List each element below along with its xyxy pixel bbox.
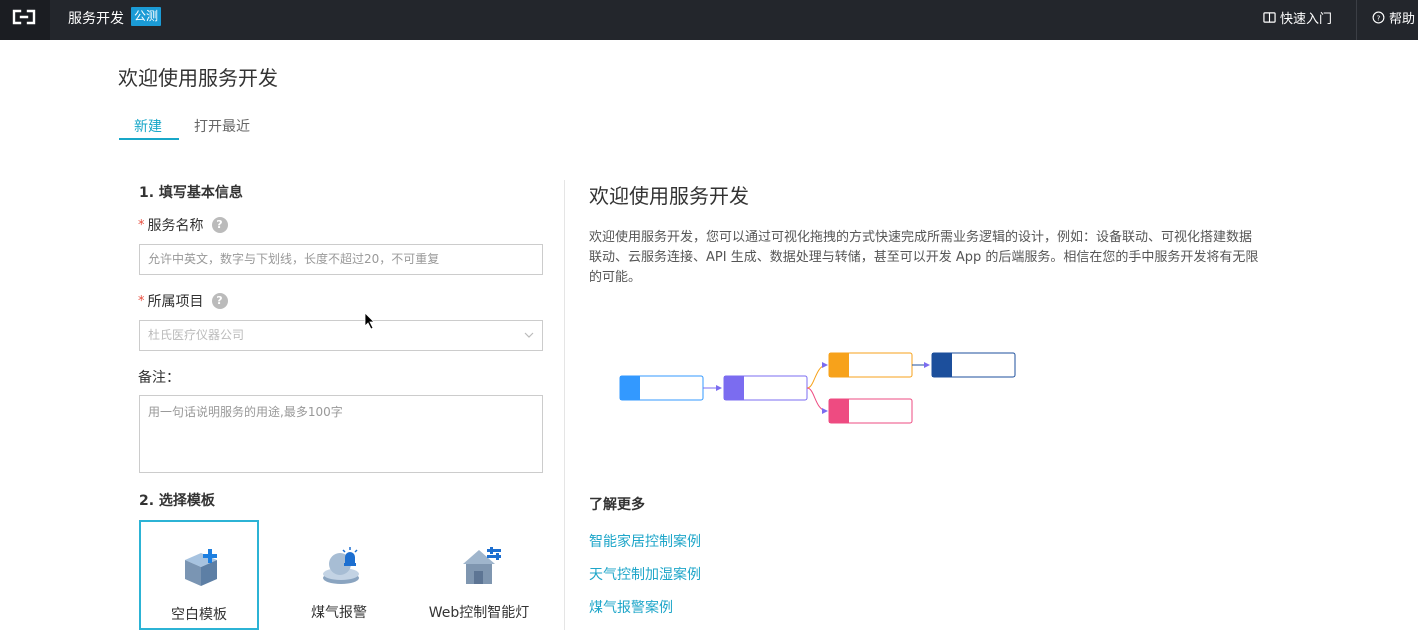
aliyun-logo-icon (12, 9, 36, 25)
section-template-title: 2. 选择模板 (139, 493, 215, 509)
blank-template-icon (185, 549, 217, 586)
required-mark: * (138, 293, 145, 309)
help-link[interactable]: ? 帮助 (1372, 8, 1415, 27)
product-name[interactable]: 服务开发 (68, 8, 124, 28)
question-circle-icon: ? (1372, 11, 1385, 24)
flow-node (931, 352, 1016, 378)
project-label-text: 所属项目 (147, 294, 204, 310)
help-label: 帮助 (1389, 12, 1416, 27)
template-card-web-light[interactable]: Web控制智能灯 (419, 520, 539, 630)
note-textarea[interactable]: 用一句话说明服务的用途,最多100字 (139, 395, 543, 473)
flow-node (828, 352, 913, 378)
svg-text:?: ? (1377, 13, 1381, 22)
beta-badge: 公测 (131, 7, 162, 26)
intro-title: 欢迎使用服务开发 (589, 184, 749, 208)
service-name-input[interactable]: 允许中英文，数字与下划线，长度不超过20，不可重复 (139, 244, 543, 275)
flow-node (723, 375, 808, 401)
case-link-weather[interactable]: 天气控制加湿案例 (589, 564, 701, 584)
note-label: 备注： (138, 370, 180, 386)
book-icon (1263, 12, 1276, 23)
chevron-down-icon (524, 332, 534, 338)
project-label: * 所属项目 ? (138, 291, 228, 311)
header-divider (1356, 0, 1357, 40)
required-mark: * (138, 217, 145, 233)
project-select[interactable]: 杜氏医疗仪器公司 (139, 320, 543, 351)
service-name-label: * 服务名称 ? (138, 215, 228, 235)
quickstart-label: 快速入门 (1280, 12, 1333, 27)
project-select-value: 杜氏医疗仪器公司 (148, 328, 245, 342)
template-card-label: Web控制智能灯 (428, 605, 530, 621)
service-name-label-text: 服务名称 (147, 218, 204, 234)
active-tab-indicator (119, 138, 179, 140)
column-divider (564, 180, 565, 630)
intro-description: 欢迎使用服务开发，您可以通过可视化拖拽的方式快速完成所需业务逻辑的设计，例如：设… (589, 230, 1259, 285)
logo-area[interactable] (0, 0, 50, 40)
case-link-gas-alarm[interactable]: 煤气报警案例 (589, 597, 673, 617)
flow-node (619, 375, 704, 401)
help-icon[interactable]: ? (211, 217, 228, 233)
template-card-gas-alarm[interactable]: 煤气报警 (279, 520, 399, 630)
template-card-blank[interactable]: 空白模板 (139, 520, 259, 630)
smart-light-icon (463, 547, 501, 584)
tab-new[interactable]: 新建 (134, 116, 162, 136)
flow-node (828, 398, 913, 424)
template-card-label: 煤气报警 (311, 605, 367, 621)
section-basic-info-title: 1. 填写基本信息 (139, 185, 243, 201)
flow-diagram (619, 352, 1016, 424)
template-card-label: 空白模板 (171, 607, 227, 623)
quickstart-link[interactable]: 快速入门 (1263, 8, 1332, 27)
help-icon[interactable]: ? (211, 293, 228, 309)
page-title: 欢迎使用服务开发 (118, 66, 278, 90)
learn-more-title: 了解更多 (589, 497, 645, 513)
tab-recent[interactable]: 打开最近 (194, 116, 250, 136)
mouse-cursor-icon (364, 312, 375, 330)
case-link-smart-home[interactable]: 智能家居控制案例 (589, 531, 701, 551)
top-bar: 服务开发 公测 快速入门 ? 帮助 (0, 0, 1418, 40)
gas-alarm-icon (323, 547, 359, 584)
